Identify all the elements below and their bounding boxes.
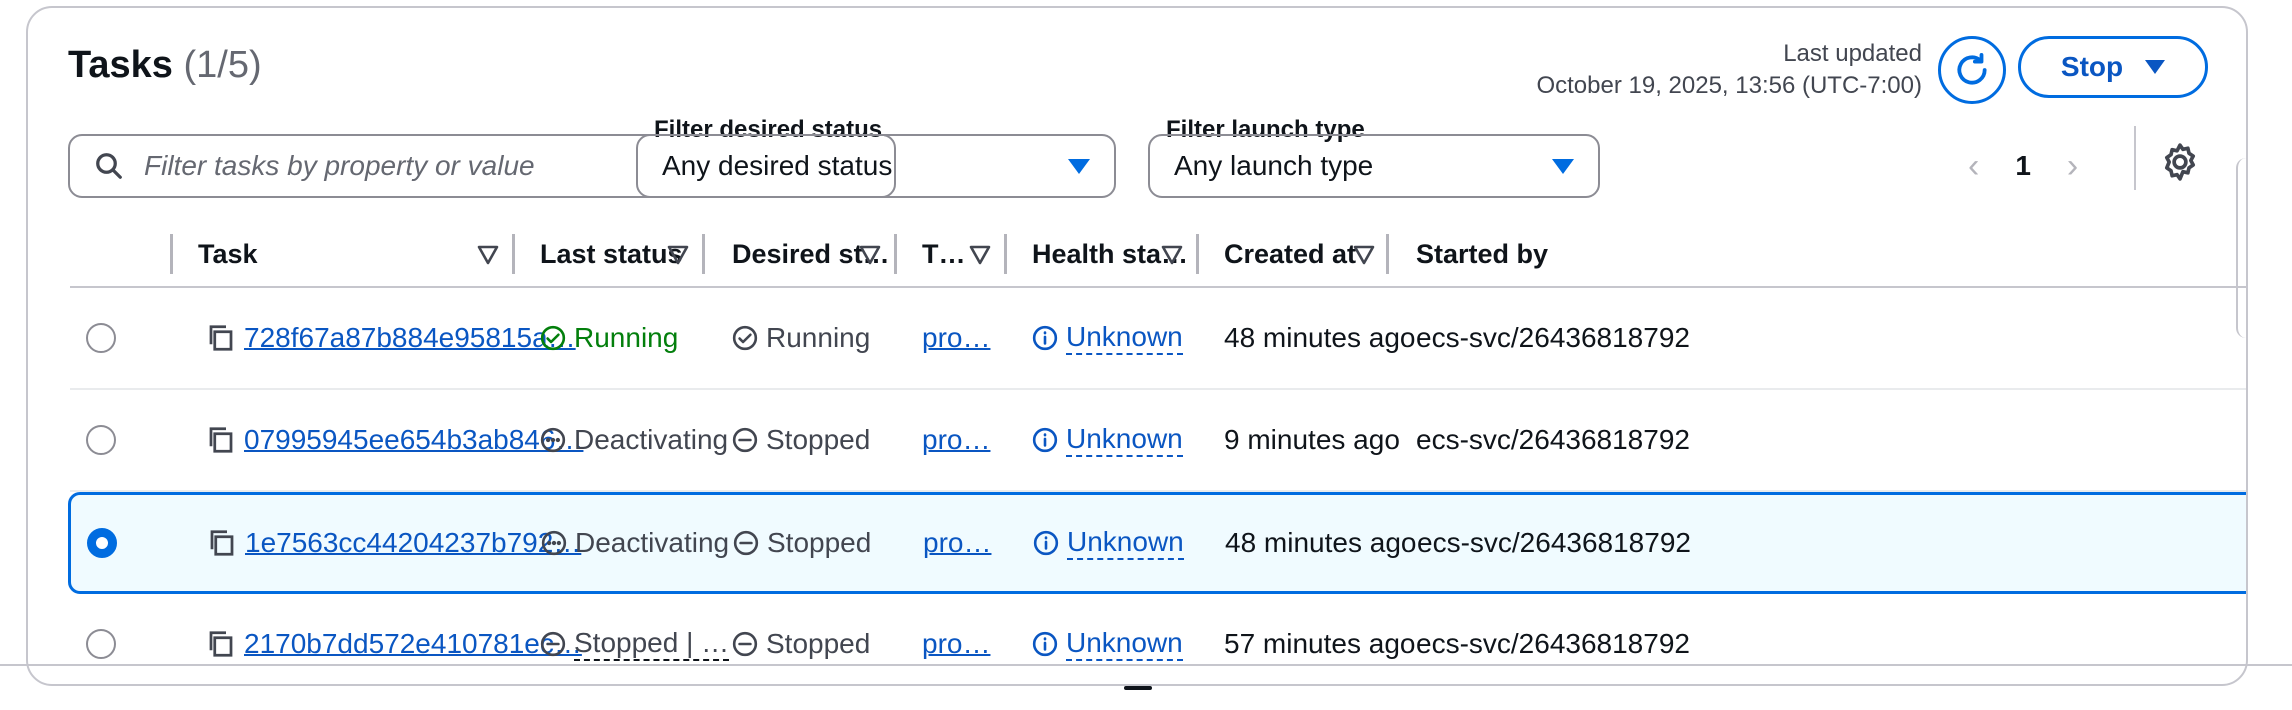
column-separator[interactable] — [1386, 234, 1389, 274]
table-row[interactable]: 07995945ee654b3ab846… Deactivating Stopp… — [70, 390, 2246, 492]
started-by: ecs-svc/26436818792 — [1417, 527, 1691, 558]
last-updated-label: Last updated — [1783, 40, 1922, 67]
previous-page-button[interactable]: ‹ — [1968, 147, 1979, 186]
sort-icon[interactable] — [1352, 244, 1376, 266]
created-at: 57 minutes ago — [1224, 628, 1416, 659]
column-separator — [170, 234, 173, 274]
last-updated-value: October 19, 2025, 13:56 (UTC-7:00) — [1536, 72, 1922, 99]
next-page-button[interactable]: › — [2067, 147, 2078, 186]
table-row[interactable]: 2170b7dd572e410781ec… Stopped | … Stoppe… — [70, 594, 2246, 684]
started-by: ecs-svc/26436818792 — [1416, 424, 1690, 455]
health-status[interactable]: Unknown — [1067, 526, 1184, 560]
last-status: Deactivating — [575, 527, 730, 558]
stopped-icon — [540, 631, 566, 657]
info-icon — [1032, 427, 1058, 453]
refresh-button[interactable] — [1938, 36, 2006, 104]
task-id-link[interactable]: 07995945ee654b3ab846… — [244, 424, 583, 456]
split-panel-divider — [0, 664, 2292, 666]
stopped-icon — [733, 530, 759, 556]
pending-icon — [541, 530, 567, 556]
pagination-divider — [2134, 126, 2136, 190]
column-separator[interactable] — [702, 234, 705, 274]
copy-icon[interactable] — [206, 629, 236, 659]
selection-count: (1/5) — [183, 44, 262, 86]
copy-icon[interactable] — [207, 528, 237, 558]
task-definition-link[interactable]: pro… — [922, 628, 990, 660]
pagination: ‹ 1 › — [1968, 134, 2078, 198]
task-definition-link[interactable]: pro… — [923, 527, 991, 559]
row-radio[interactable] — [86, 425, 116, 455]
col-task-definition[interactable]: T… — [922, 222, 966, 286]
desired-status: Stopped — [766, 628, 871, 659]
tasks-table: Task Last status Desired st… T… Health s… — [68, 222, 2246, 684]
caret-down-icon — [2145, 60, 2166, 74]
launch-type-value: Any launch type — [1174, 150, 1374, 181]
row-radio-checked[interactable] — [87, 528, 117, 558]
pending-icon — [540, 427, 566, 453]
task-id-link[interactable]: 728f67a87b884e95815a… — [244, 322, 576, 354]
health-status[interactable]: Unknown — [1066, 423, 1183, 457]
created-at: 48 minutes ago — [1224, 322, 1416, 353]
col-task[interactable]: Task — [198, 222, 258, 286]
started-by: ecs-svc/26436818792 — [1416, 322, 1690, 353]
refresh-icon — [1957, 53, 1987, 85]
health-status[interactable]: Unknown — [1066, 321, 1183, 355]
title-text: Tasks — [68, 44, 173, 86]
sort-icon[interactable] — [1160, 244, 1184, 266]
task-definition-link[interactable]: pro… — [922, 322, 990, 354]
row-radio[interactable] — [86, 629, 116, 659]
task-id-link[interactable]: 1e7563cc44204237b792… — [245, 527, 581, 559]
sort-icon[interactable] — [968, 244, 992, 266]
column-separator[interactable] — [894, 234, 897, 274]
col-last-status[interactable]: Last status — [540, 222, 683, 286]
health-status[interactable]: Unknown — [1066, 627, 1183, 661]
column-separator[interactable] — [512, 234, 515, 274]
check-circle-icon — [732, 325, 758, 351]
task-definition-link[interactable]: pro… — [922, 424, 990, 456]
stopped-icon — [732, 427, 758, 453]
launch-type-select[interactable]: Any launch type — [1148, 134, 1600, 198]
caret-down-icon — [1068, 158, 1090, 174]
table-header: Task Last status Desired st… T… Health s… — [70, 222, 2246, 288]
task-id-link[interactable]: 2170b7dd572e410781ec… — [244, 628, 582, 660]
success-check-icon — [540, 325, 566, 351]
stop-button[interactable]: Stop — [2018, 36, 2208, 98]
last-updated: Last updated October 19, 2025, 13:56 (UT… — [1536, 38, 1922, 102]
desired-status: Stopped — [767, 527, 872, 558]
desired-status: Running — [766, 322, 871, 353]
resize-handle[interactable] — [1124, 686, 1152, 690]
desired-status-select[interactable]: Any desired status — [636, 134, 1116, 198]
sort-icon[interactable] — [476, 244, 500, 266]
info-icon — [1032, 325, 1058, 351]
last-status: Running — [574, 322, 679, 353]
created-at: 48 minutes ago — [1225, 527, 1417, 558]
copy-icon[interactable] — [206, 323, 236, 353]
column-separator[interactable] — [1196, 234, 1199, 274]
column-separator[interactable] — [1004, 234, 1007, 274]
info-icon — [1033, 530, 1059, 556]
last-status: Deactivating — [574, 424, 729, 455]
table-row-selected[interactable]: 1e7563cc44204237b792… Deactivating Stopp… — [68, 492, 2246, 594]
desired-status-value: Any desired status — [662, 150, 893, 181]
stop-label: Stop — [2060, 51, 2124, 82]
stopped-icon — [732, 631, 758, 657]
tasks-panel: Tasks (1/5) Last updated October 19, 202… — [26, 6, 2248, 686]
col-created-at[interactable]: Created at — [1224, 222, 1356, 286]
col-started-by[interactable]: Started by — [1416, 222, 1548, 286]
search-icon — [96, 153, 122, 179]
copy-icon[interactable] — [206, 425, 236, 455]
info-icon — [1032, 631, 1058, 657]
current-page[interactable]: 1 — [2015, 150, 2031, 182]
started-by: ecs-svc/26436818792 — [1416, 628, 1690, 659]
sort-icon[interactable] — [858, 244, 882, 266]
caret-down-icon — [1552, 158, 1574, 174]
sort-icon[interactable] — [666, 244, 690, 266]
gear-icon[interactable] — [2158, 140, 2202, 184]
created-at: 9 minutes ago — [1224, 424, 1400, 455]
last-status[interactable]: Stopped | … — [574, 627, 730, 661]
table-row[interactable]: 728f67a87b884e95815a… Running Running pr… — [70, 288, 2246, 390]
desired-status: Stopped — [766, 424, 871, 455]
page-title: Tasks (1/5) — [68, 44, 262, 87]
row-radio[interactable] — [86, 323, 116, 353]
